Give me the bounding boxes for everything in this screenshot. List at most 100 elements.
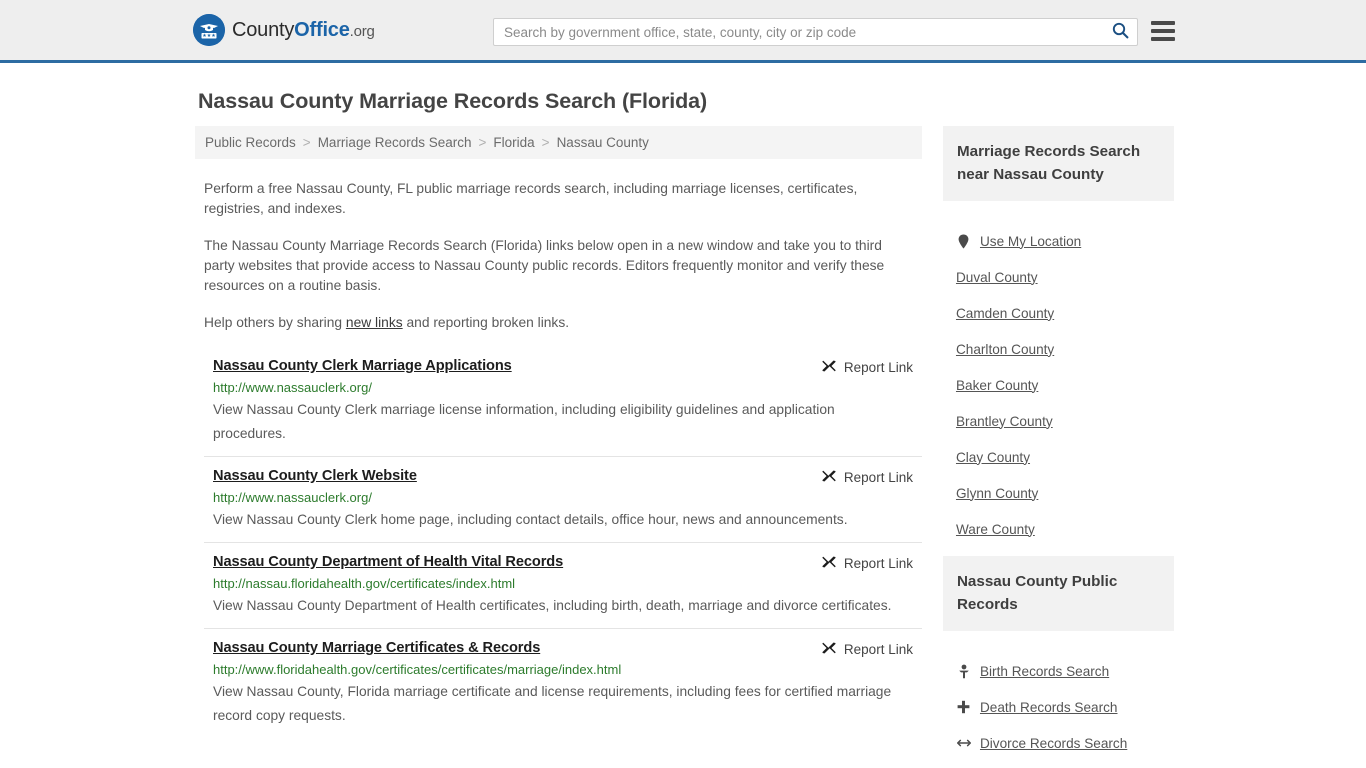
result-header: Nassau County Clerk Website Report Link xyxy=(213,468,922,485)
sidebar-link-label[interactable]: Birth Records Search xyxy=(980,664,1109,679)
map-pin-icon xyxy=(957,234,971,249)
sidebar-item-brantley-county[interactable]: Brantley County xyxy=(943,403,1174,439)
sidebar-item-genealogy-search[interactable]: ? Genealogy Search xyxy=(943,761,1174,768)
two-column-layout: Public Records > Marriage Records Search… xyxy=(195,126,1174,768)
new-links-link[interactable]: new links xyxy=(346,315,403,330)
breadcrumb-separator: > xyxy=(302,135,311,150)
sidebar-link-label[interactable]: Clay County xyxy=(956,450,1030,465)
eagle-seal-icon: ★★★ xyxy=(193,14,225,46)
intro-paragraph-3: Help others by sharing new links and rep… xyxy=(204,313,913,333)
intro-section: Perform a free Nassau County, FL public … xyxy=(195,179,922,333)
sidebar-link-label[interactable]: Brantley County xyxy=(956,414,1053,429)
sidebar-link-label[interactable]: Duval County xyxy=(956,270,1038,285)
report-link-label: Report Link xyxy=(843,641,913,657)
result-item: Nassau County Department of Health Vital… xyxy=(204,542,922,628)
sidebar-link-label[interactable]: Glynn County xyxy=(956,486,1038,501)
breadcrumb-item-marriage-records-search[interactable]: Marriage Records Search xyxy=(318,135,472,150)
sidebar-item-birth-records-search[interactable]: Birth Records Search xyxy=(943,653,1174,689)
report-link-button[interactable]: Report Link xyxy=(821,359,913,375)
main-content: Public Records > Marriage Records Search… xyxy=(195,126,922,738)
sidebar-link-label[interactable]: Ware County xyxy=(956,522,1035,537)
baby-icon xyxy=(957,664,971,679)
result-description: View Nassau County Clerk home page, incl… xyxy=(213,512,848,527)
sidebar-link-label[interactable]: Camden County xyxy=(956,306,1054,321)
result-item: Nassau County Clerk Marriage Application… xyxy=(204,354,922,456)
content-container: Nassau County Marriage Records Search (F… xyxy=(192,89,1174,768)
result-url[interactable]: http://nassau.floridahealth.gov/certific… xyxy=(213,576,922,591)
search-input[interactable] xyxy=(494,19,1103,45)
sidebar: Marriage Records Search near Nassau Coun… xyxy=(942,126,1174,768)
result-title-link[interactable]: Nassau County Clerk Marriage Application… xyxy=(213,358,512,374)
results-list: Nassau County Clerk Marriage Application… xyxy=(195,354,922,738)
hamburger-menu-icon[interactable] xyxy=(1151,20,1175,42)
intro-paragraph-2: The Nassau County Marriage Records Searc… xyxy=(204,238,885,293)
result-title-link[interactable]: Nassau County Marriage Certificates & Re… xyxy=(213,640,540,656)
logo-wordmark: CountyOffice.org xyxy=(232,19,375,42)
sidebar-item-camden-county[interactable]: Camden County xyxy=(943,295,1174,331)
double-arrow-icon xyxy=(956,737,971,749)
intro-paragraph-1: Perform a free Nassau County, FL public … xyxy=(204,181,858,216)
broken-link-icon xyxy=(821,469,837,485)
report-link-label: Report Link xyxy=(843,469,913,485)
report-link-button[interactable]: Report Link xyxy=(821,555,913,571)
result-header: Nassau County Clerk Marriage Application… xyxy=(213,358,922,375)
breadcrumb-separator: > xyxy=(541,135,550,150)
breadcrumb-item-public-records[interactable]: Public Records xyxy=(205,135,296,150)
result-url[interactable]: http://www.floridahealth.gov/certificate… xyxy=(213,662,922,677)
result-title-link[interactable]: Nassau County Department of Health Vital… xyxy=(213,554,563,570)
search-bar[interactable] xyxy=(493,18,1138,46)
result-item: Nassau County Marriage Certificates & Re… xyxy=(204,628,922,738)
sidebar-link-label[interactable]: Death Records Search xyxy=(980,700,1118,715)
site-header: ★★★ CountyOffice.org xyxy=(0,0,1366,63)
logo-word-office: Office xyxy=(294,18,350,41)
sidebar-item-clay-county[interactable]: Clay County xyxy=(943,439,1174,475)
page-body: Nassau County Marriage Records Search (F… xyxy=(0,89,1366,768)
broken-link-icon xyxy=(821,641,837,657)
sidebar-item-baker-county[interactable]: Baker County xyxy=(943,367,1174,403)
result-title-link[interactable]: Nassau County Clerk Website xyxy=(213,468,417,484)
site-logo[interactable]: ★★★ CountyOffice.org xyxy=(193,14,375,46)
breadcrumb-item-florida[interactable]: Florida xyxy=(493,135,534,150)
logo-word-org: .org xyxy=(349,22,375,40)
sidebar-item-duval-county[interactable]: Duval County xyxy=(943,259,1174,295)
intro-p3-after: and reporting broken links. xyxy=(402,315,570,330)
sidebar-nearby-box: Marriage Records Search near Nassau Coun… xyxy=(942,126,1174,547)
sidebar-item-charlton-county[interactable]: Charlton County xyxy=(943,331,1174,367)
report-link-button[interactable]: Report Link xyxy=(821,641,913,657)
breadcrumb-separator: > xyxy=(478,135,487,150)
result-url[interactable]: http://www.nassauclerk.org/ xyxy=(213,490,922,505)
sidebar-item-death-records-search[interactable]: Death Records Search xyxy=(943,689,1174,725)
sidebar-link-label[interactable]: Use My Location xyxy=(980,234,1081,249)
report-link-label: Report Link xyxy=(843,555,913,571)
logo-word-county: County xyxy=(232,18,295,41)
result-header: Nassau County Department of Health Vital… xyxy=(213,554,922,571)
broken-link-icon xyxy=(821,555,837,571)
result-description: View Nassau County, Florida marriage cer… xyxy=(213,684,892,723)
result-description: View Nassau County Department of Health … xyxy=(213,598,892,613)
search-icon xyxy=(1112,22,1129,42)
sidebar-item-glynn-county[interactable]: Glynn County xyxy=(943,475,1174,511)
sidebar-public-records-box: Nassau County Public Records Birth Recor… xyxy=(942,556,1174,768)
sidebar-item-use-my-location[interactable]: Use My Location xyxy=(943,223,1174,259)
broken-link-icon xyxy=(821,359,837,375)
search-button[interactable] xyxy=(1103,19,1137,45)
sidebar-public-records-heading: Nassau County Public Records xyxy=(942,556,1174,631)
result-description: View Nassau County Clerk marriage licens… xyxy=(213,402,835,441)
hamburger-bar xyxy=(1151,29,1175,33)
sidebar-link-label[interactable]: Baker County xyxy=(956,378,1038,393)
report-link-button[interactable]: Report Link xyxy=(821,469,913,485)
report-link-label: Report Link xyxy=(843,359,913,375)
result-url[interactable]: http://www.nassauclerk.org/ xyxy=(213,380,922,395)
sidebar-link-label[interactable]: Divorce Records Search xyxy=(980,736,1127,751)
sidebar-nearby-list: Use My Location Duval County Camden Coun… xyxy=(943,223,1174,547)
breadcrumb-item-nassau-county: Nassau County xyxy=(556,135,649,150)
sidebar-item-divorce-records-search[interactable]: Divorce Records Search xyxy=(943,725,1174,761)
sidebar-public-records-list: Birth Records Search Death Records Searc… xyxy=(943,653,1174,768)
sidebar-item-ware-county[interactable]: Ware County xyxy=(943,511,1174,547)
result-item: Nassau County Clerk Website Report Link … xyxy=(204,456,922,542)
sidebar-link-label[interactable]: Charlton County xyxy=(956,342,1054,357)
svg-text:★★★: ★★★ xyxy=(202,33,216,39)
